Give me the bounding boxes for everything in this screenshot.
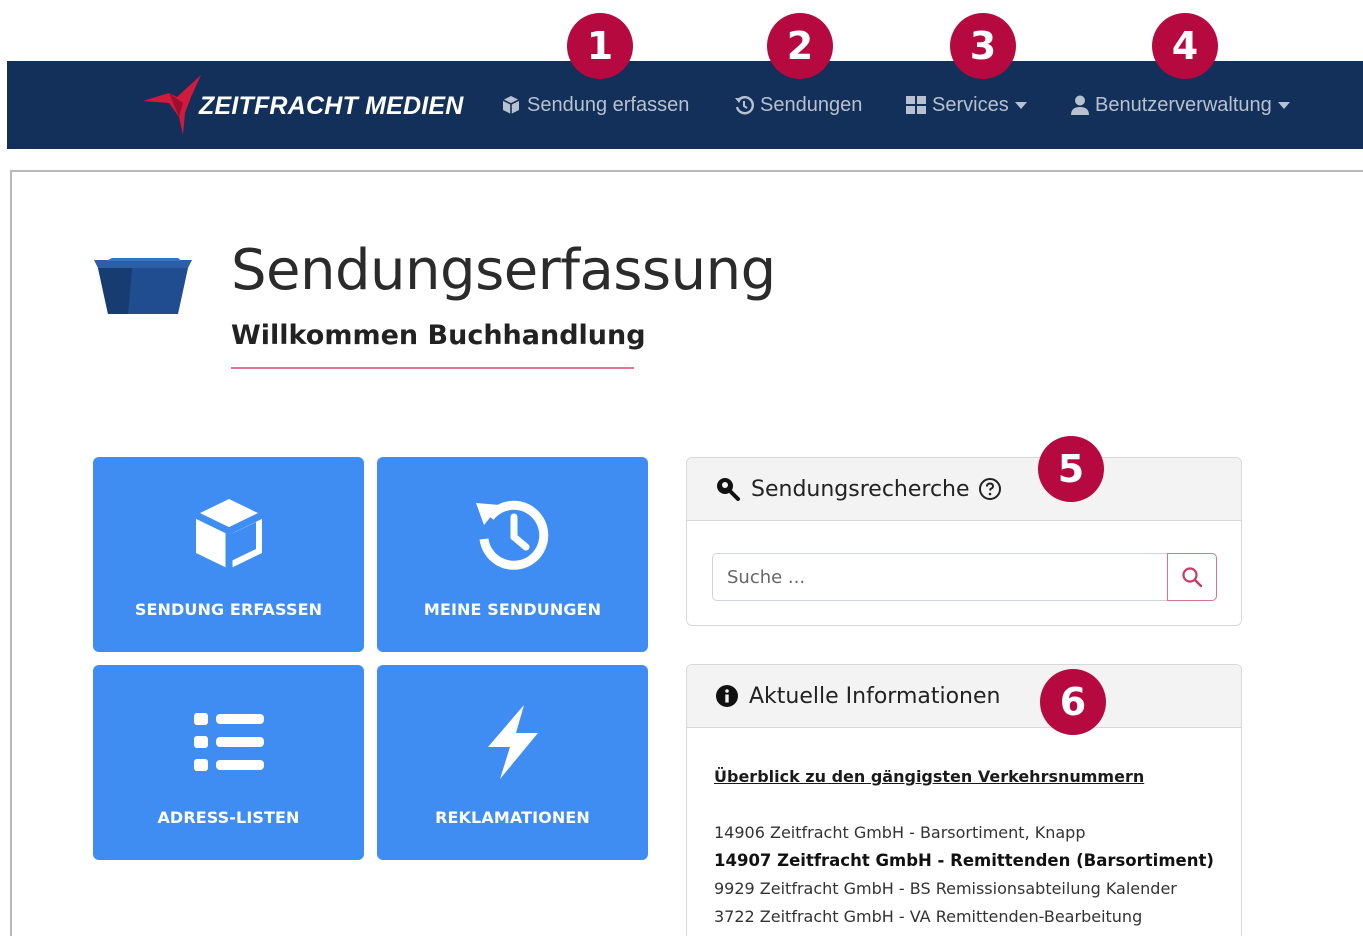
brand-name: ZEITFRACHT MEDIEN xyxy=(199,92,464,120)
callout-badge-4: 4 xyxy=(1152,13,1218,79)
callout-badge-6: 6 xyxy=(1040,669,1106,735)
tile-meine-sendungen-label: MEINE SENDUNGEN xyxy=(423,600,602,619)
grid-icon xyxy=(906,96,926,114)
callout-badge-5: 5 xyxy=(1038,436,1104,502)
user-icon xyxy=(1071,95,1089,115)
aktuelle-informationen-header: Aktuelle Informationen xyxy=(687,665,1241,728)
welcome-underline xyxy=(231,367,634,369)
info-line: 3722 Zeitfracht GmbH - VA Remittenden-Be… xyxy=(714,907,1143,926)
history-icon xyxy=(735,96,754,115)
sendungsrecherche-card: Sendungsrecherche xyxy=(686,457,1242,626)
sendungsrecherche-title: Sendungsrecherche xyxy=(751,476,970,502)
chevron-down-icon xyxy=(1277,101,1290,109)
tile-sendung-erfassen-label: SENDUNG ERFASSEN xyxy=(134,600,323,619)
aktuelle-informationen-title: Aktuelle Informationen xyxy=(749,683,1001,709)
info-line: 14906 Zeitfracht GmbH - Barsortiment, Kn… xyxy=(714,823,1086,842)
cube-icon xyxy=(193,499,264,569)
brand-logo[interactable]: ZEITFRACHT MEDIEN xyxy=(139,73,463,137)
nav-sendungen[interactable]: Sendungen xyxy=(734,91,862,119)
bolt-icon xyxy=(487,705,538,779)
callout-badge-3: 3 xyxy=(950,13,1016,79)
hummingbird-logo-icon xyxy=(143,75,201,135)
search-icon xyxy=(1182,567,1203,588)
page-title: Sendungserfassung xyxy=(231,238,776,303)
callout-badge-1: 1 xyxy=(567,13,633,79)
welcome-subtitle: Willkommen Buchhandlung xyxy=(231,320,646,351)
cube-icon xyxy=(502,96,520,114)
search-location-icon xyxy=(717,478,740,501)
nav-sendung-erfassen-label: Sendung erfassen xyxy=(527,93,690,116)
aktuelle-informationen-card: Aktuelle Informationen Überblick zu den … xyxy=(686,664,1242,936)
nav-services-label: Services xyxy=(932,93,1009,116)
list-icon xyxy=(193,713,264,771)
verkehrsnummern-link[interactable]: Überblick zu den gängigsten Verkehrsnumm… xyxy=(714,767,1144,786)
search-input[interactable] xyxy=(712,553,1169,601)
search-group xyxy=(712,553,1217,601)
info-icon xyxy=(716,685,738,707)
top-navbar: ZEITFRACHT MEDIEN Sendung erfassen Sendu… xyxy=(7,61,1363,149)
nav-benutzerverwaltung-label: Benutzerverwaltung xyxy=(1095,93,1272,116)
nav-benutzerverwaltung-dropdown[interactable]: Benutzerverwaltung xyxy=(1071,91,1290,119)
tile-reklamationen-label: REKLAMATIONEN xyxy=(435,808,590,827)
info-line: 9929 Zeitfracht GmbH - BS Remissionsabte… xyxy=(714,879,1177,898)
help-icon[interactable] xyxy=(978,477,1002,501)
info-line-highlighted: 14907 Zeitfracht GmbH - Remittenden (Bar… xyxy=(714,851,1214,870)
tile-adress-listen-label: ADRESS-LISTEN xyxy=(157,808,300,827)
tile-sendung-erfassen[interactable]: SENDUNG ERFASSEN xyxy=(93,457,364,652)
sendungsrecherche-header: Sendungsrecherche xyxy=(687,458,1241,521)
history-icon xyxy=(475,500,548,570)
nav-services-dropdown[interactable]: Services xyxy=(906,91,1027,119)
shipping-crate-icon xyxy=(94,258,192,314)
tile-reklamationen[interactable]: REKLAMATIONEN xyxy=(377,665,648,860)
tile-meine-sendungen[interactable]: MEINE SENDUNGEN xyxy=(377,457,648,652)
search-button[interactable] xyxy=(1167,553,1217,601)
nav-sendung-erfassen[interactable]: Sendung erfassen xyxy=(501,91,689,119)
callout-badge-2: 2 xyxy=(767,13,833,79)
tile-adress-listen[interactable]: ADRESS-LISTEN xyxy=(93,665,364,860)
nav-sendungen-label: Sendungen xyxy=(760,93,863,116)
chevron-down-icon xyxy=(1014,101,1027,109)
